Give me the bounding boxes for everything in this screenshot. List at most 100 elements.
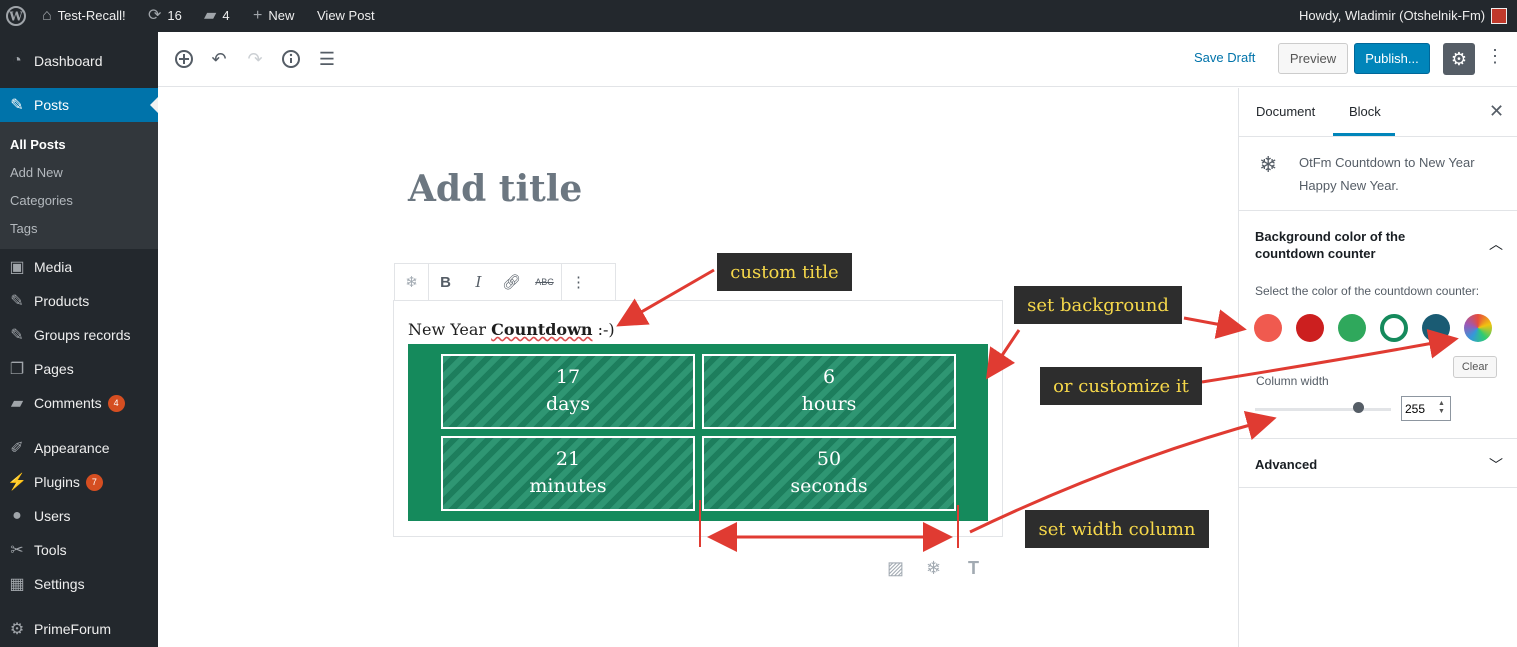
image-block-icon[interactable]: ▨ <box>887 558 904 579</box>
snowflake-block-icon[interactable]: ❄ <box>926 558 941 579</box>
new-content-link[interactable]: + New <box>253 0 294 32</box>
text-block-icon[interactable]: T <box>968 558 979 579</box>
undo-button[interactable]: ↶ <box>206 46 232 72</box>
cell-value: 21 <box>555 448 581 470</box>
pin-icon: ✎ <box>10 97 24 114</box>
redo-button[interactable]: ↷ <box>242 46 268 72</box>
color-swatch-teal[interactable] <box>1422 314 1450 342</box>
divider <box>1239 136 1517 137</box>
title-prefix: New Year <box>408 320 487 339</box>
vertical-ellipsis-icon: ⋮ <box>1486 46 1504 66</box>
title-suffix: :-) <box>597 320 615 339</box>
redo-icon: ↷ <box>247 48 263 69</box>
sidebar-item-primeforum[interactable]: ⚙ PrimeForum <box>0 612 158 646</box>
sidebar-item-media[interactable]: ▣ Media <box>0 250 158 284</box>
user-icon: ● <box>12 507 22 524</box>
cell-unit: hours <box>801 393 857 415</box>
column-width-slider[interactable] <box>1255 408 1391 411</box>
annotation-set-background: set background <box>1014 286 1182 324</box>
sidebar-item-groups-records[interactable]: ✎ Groups records <box>0 318 158 352</box>
chevron-down-icon[interactable]: ﹀ <box>1489 455 1503 475</box>
svg-text:W: W <box>8 10 23 24</box>
sidebar-item-label: Pages <box>34 361 74 377</box>
site-name-link[interactable]: ⌂ Test-Recall! <box>42 0 126 32</box>
view-post-link[interactable]: View Post <box>317 0 375 32</box>
account-menu[interactable]: Howdy, Wladimir (Otshelnik-Fm) <box>1299 0 1508 32</box>
block-more-button[interactable]: ⋮ <box>562 264 595 300</box>
wordpress-logo-icon[interactable]: W <box>6 0 26 32</box>
sidebar-item-users[interactable]: ● Users <box>0 499 158 533</box>
countdown-cell-hours: 6 hours <box>702 354 956 429</box>
bg-color-panel-toggle[interactable]: Background color of the countdown counte… <box>1255 228 1475 262</box>
countdown-cell-minutes: 21 minutes <box>441 436 695 511</box>
cell-value: 50 <box>816 448 842 470</box>
color-swatch-coral[interactable] <box>1254 314 1282 342</box>
editor-toolbar: ↶ ↷ ☰ Save Draft Preview Publish... ⚙ ⋮ <box>158 32 1517 87</box>
link-button[interactable]: 🔗︎ <box>495 264 528 300</box>
tab-document[interactable]: Document <box>1256 104 1315 119</box>
close-sidebar-button[interactable]: ✕ <box>1489 101 1504 122</box>
sidebar-item-plugins[interactable]: ⚡ Plugins 7 <box>0 465 158 499</box>
cell-value: 17 <box>555 366 581 388</box>
clear-color-button[interactable]: Clear <box>1453 356 1497 378</box>
view-post-label: View Post <box>317 8 375 23</box>
custom-color-picker-icon[interactable] <box>1464 314 1492 342</box>
block-switcher-button[interactable]: ❄ <box>395 264 428 300</box>
sidebar-item-dashboard[interactable]: ◔ Dashboard <box>0 44 158 78</box>
tab-block[interactable]: Block <box>1349 104 1381 119</box>
sidebar-item-comments[interactable]: ▰ Comments 4 <box>0 386 158 420</box>
avatar <box>1491 8 1508 24</box>
snowflake-icon: ❄ <box>405 274 418 291</box>
sidebar-item-label: Tools <box>34 542 67 558</box>
dashboard-icon: ◔ <box>12 52 22 69</box>
italic-button[interactable]: I <box>462 264 495 300</box>
chevron-up-icon[interactable]: ︿ <box>1489 234 1503 254</box>
sidebar-item-settings[interactable]: ▦ Settings <box>0 567 158 601</box>
plus-circle-icon <box>175 50 193 68</box>
new-label: New <box>268 8 295 23</box>
undo-icon: ↶ <box>211 48 227 69</box>
posts-submenu: All Posts Add New Categories Tags <box>0 122 158 249</box>
pin-icon: ✎ <box>10 327 24 344</box>
color-swatch-red[interactable] <box>1296 314 1324 342</box>
sidebar-item-label: Settings <box>34 576 85 592</box>
sidebar-item-posts[interactable]: ✎ Posts <box>0 88 158 122</box>
save-draft-button[interactable]: Save Draft <box>1194 50 1255 65</box>
advanced-panel-toggle[interactable]: Advanced <box>1255 457 1317 472</box>
refresh-icon: ⟳ <box>148 7 162 24</box>
post-title-input[interactable]: Add title <box>408 168 582 210</box>
wrench-icon: ✂ <box>10 542 24 559</box>
settings-toggle-button[interactable]: ⚙ <box>1443 43 1475 75</box>
color-swatch-green[interactable] <box>1338 314 1366 342</box>
strikethrough-button[interactable]: ABC <box>528 264 561 300</box>
sidebar-item-pages[interactable]: ❐ Pages <box>0 352 158 386</box>
more-menu-button[interactable]: ⋮ <box>1486 46 1504 67</box>
comments-link[interactable]: ▰ 4 <box>204 0 230 32</box>
sidebar-item-label: Appearance <box>34 440 110 456</box>
sidebar-item-label: Posts <box>34 97 70 113</box>
submenu-all-posts[interactable]: All Posts <box>10 137 66 152</box>
plugins-badge: 7 <box>85 473 103 491</box>
sidebar-item-products[interactable]: ✎ Products <box>0 284 158 318</box>
submenu-tags[interactable]: Tags <box>10 221 37 236</box>
sidebar-item-appearance[interactable]: ✐ Appearance <box>0 431 158 465</box>
publish-button[interactable]: Publish... <box>1354 43 1430 74</box>
preview-button[interactable]: Preview <box>1278 43 1348 74</box>
block-toolbar: ❄ B I 🔗︎ ABC ⋮ <box>394 263 616 301</box>
add-block-button[interactable] <box>171 46 197 72</box>
bold-button[interactable]: B <box>429 264 462 300</box>
sidebar-item-label: Groups records <box>34 327 131 343</box>
pages-icon: ❐ <box>9 361 25 378</box>
countdown-title[interactable]: New Year Countdown :-) <box>408 320 615 339</box>
cell-value: 6 <box>822 366 836 388</box>
sidebar-item-tools[interactable]: ✂ Tools <box>0 533 158 567</box>
number-spinner-icon[interactable]: ▲ ▼ <box>1438 400 1445 416</box>
submenu-add-new[interactable]: Add New <box>10 165 63 180</box>
updates-link[interactable]: ⟳ 16 <box>148 0 182 32</box>
color-swatch-white-selected[interactable] <box>1380 314 1408 342</box>
info-button[interactable] <box>278 46 304 72</box>
block-navigation-button[interactable]: ☰ <box>314 46 340 72</box>
submenu-categories[interactable]: Categories <box>10 193 73 208</box>
plus-icon: + <box>253 7 263 24</box>
column-width-slider-thumb[interactable] <box>1353 402 1364 413</box>
